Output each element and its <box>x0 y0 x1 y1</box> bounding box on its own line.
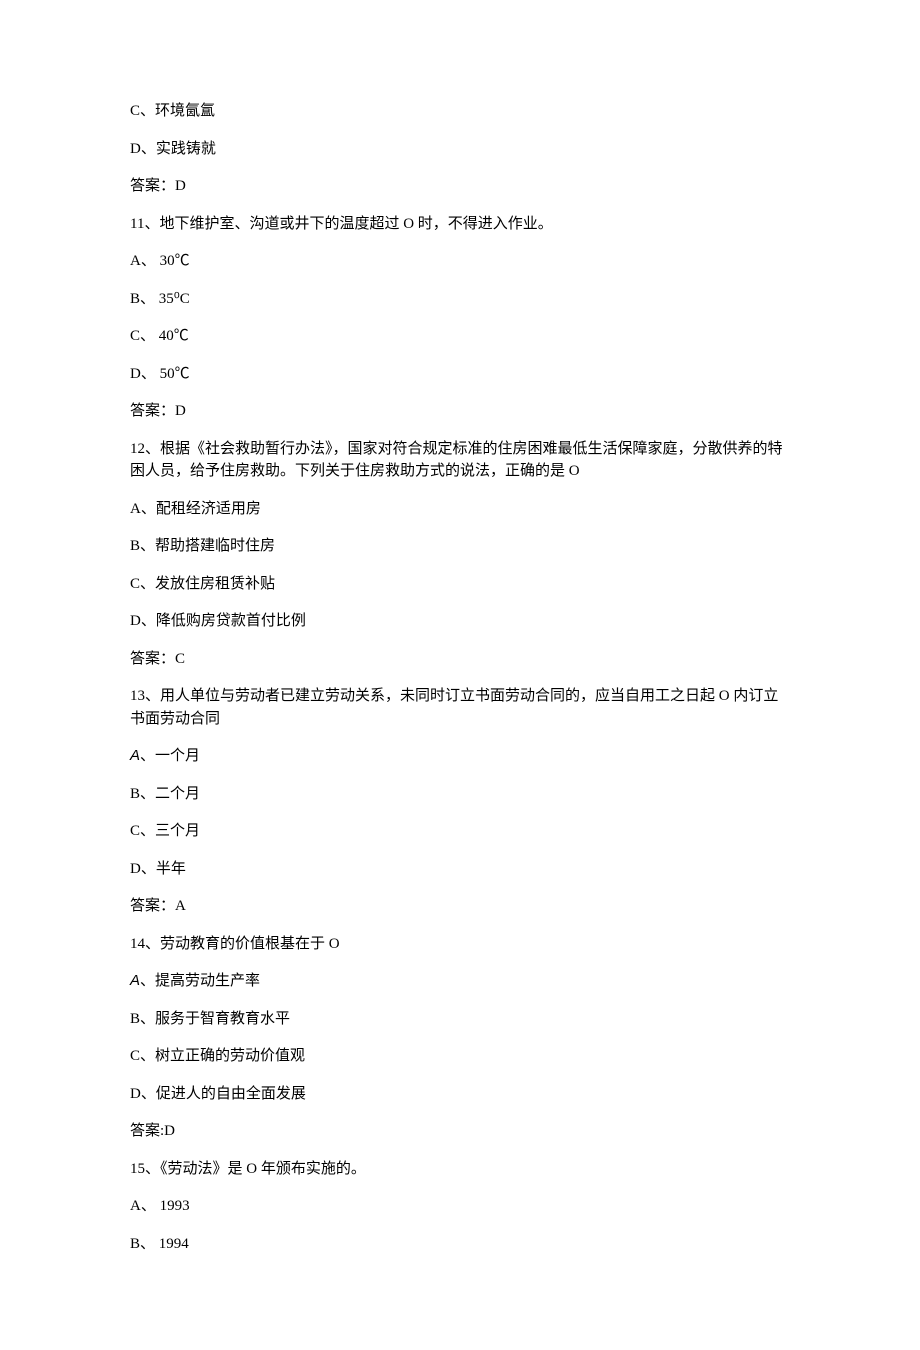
option-letter: A <box>130 747 140 764</box>
option-d: D、促进人的自由全面发展 <box>130 1083 790 1106</box>
option-d: D、半年 <box>130 858 790 881</box>
option-d: D、降低购房贷款首付比例 <box>130 610 790 633</box>
option-a: A、 30℃ <box>130 250 790 273</box>
option-b: B、 1994 <box>130 1233 790 1256</box>
option-d: D、实践铸就 <box>130 138 790 161</box>
option-c: C、环境氤氲 <box>130 100 790 123</box>
option-a: A、提高劳动生产率 <box>130 970 790 993</box>
answer: 答案：D <box>130 175 790 198</box>
answer: 答案：C <box>130 648 790 671</box>
option-c: C、发放住房租赁补贴 <box>130 573 790 596</box>
option-d: D、 50℃ <box>130 363 790 386</box>
option-c: C、 40℃ <box>130 325 790 348</box>
question-15: 15、《劳动法》是 O 年颁布实施的。 <box>130 1158 790 1181</box>
option-text: 、提高劳动生产率 <box>140 973 260 989</box>
question-14: 14、劳动教育的价值根基在于 O <box>130 933 790 956</box>
question-12: 12、根据《社会救助暂行办法》，国家对符合规定标准的住房困难最低生活保障家庭，分… <box>130 438 790 483</box>
option-b: B、服务于智育教育水平 <box>130 1008 790 1031</box>
document-page: C、环境氤氲 D、实践铸就 答案：D 11、地下维护室、沟道或井下的温度超过 O… <box>0 0 920 1350</box>
option-letter: A <box>130 972 140 989</box>
answer: 答案：A <box>130 895 790 918</box>
option-c: C、树立正确的劳动价值观 <box>130 1045 790 1068</box>
answer: 答案:D <box>130 1120 790 1143</box>
option-b: B、 35⁰C <box>130 288 790 311</box>
option-a: A、一个月 <box>130 745 790 768</box>
option-c: C、三个月 <box>130 820 790 843</box>
option-a: A、 1993 <box>130 1195 790 1218</box>
option-b: B、帮助搭建临时住房 <box>130 535 790 558</box>
question-11: 11、地下维护室、沟道或井下的温度超过 O 时，不得进入作业。 <box>130 213 790 236</box>
question-13: 13、用人单位与劳动者已建立劳动关系，未同时订立书面劳动合同的，应当自用工之日起… <box>130 685 790 730</box>
answer: 答案：D <box>130 400 790 423</box>
option-text: 、一个月 <box>140 748 200 764</box>
option-b: B、二个月 <box>130 783 790 806</box>
option-a: A、配租经济适用房 <box>130 498 790 521</box>
